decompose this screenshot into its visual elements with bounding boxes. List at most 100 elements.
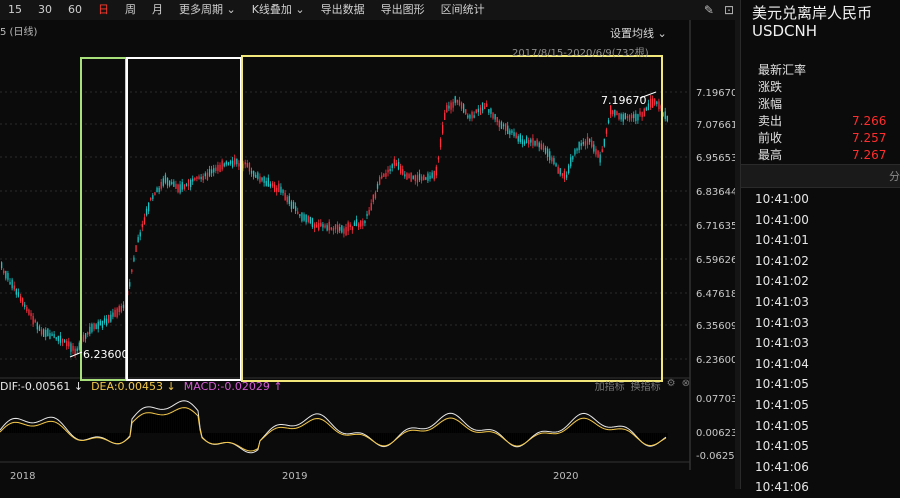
candle (293, 202, 294, 208)
candle (587, 137, 588, 145)
candle (177, 185, 178, 193)
export-graph-button[interactable]: 导出图形 (373, 0, 433, 20)
ma-settings-button[interactable]: 设置均线 ⌄ (610, 25, 667, 41)
candle (272, 183, 273, 186)
candle (474, 115, 475, 117)
macd-bar (234, 433, 236, 445)
y-tick-label: 7.19670 (696, 88, 737, 99)
add-indicator-button[interactable]: 加指标 (595, 378, 625, 393)
candle (362, 221, 363, 226)
macd-bar (30, 427, 32, 433)
candle (89, 327, 90, 334)
candle (257, 173, 258, 179)
macd-bar (604, 430, 606, 433)
candle (455, 96, 456, 103)
candle (488, 109, 489, 113)
candle (226, 161, 227, 164)
candle (264, 177, 265, 183)
macd-bar (412, 431, 414, 433)
candle (343, 228, 344, 233)
macd-bar (14, 423, 16, 433)
candle (528, 140, 529, 144)
chart-area[interactable]: 7.196707.076616.956536.836446.716356.596… (0, 20, 740, 489)
close-icon[interactable]: ⊗ (682, 378, 690, 393)
range-stats-button[interactable]: 区间统计 (433, 0, 493, 20)
pen-icon[interactable]: ✎ (704, 3, 714, 17)
macd-bar (116, 433, 118, 445)
candle (385, 173, 386, 177)
export-data-button[interactable]: 导出数据 (313, 0, 373, 20)
candle (70, 343, 71, 351)
y-tick-label: 6.71635 (696, 221, 737, 232)
candle (247, 163, 248, 167)
candle (432, 172, 433, 177)
candle (375, 193, 376, 199)
candle (314, 224, 315, 228)
period-month[interactable]: 月 (144, 0, 171, 20)
macd-bar (196, 415, 198, 433)
macd-bar (154, 414, 156, 433)
more-periods-menu[interactable]: 更多周期 ⌄ (171, 0, 244, 20)
quote-row: 卖出7.266 (758, 113, 900, 130)
macd-tick-label: 0.07703 (696, 394, 737, 405)
candle (123, 305, 124, 308)
macd-bar (54, 423, 56, 433)
macd-bar (58, 425, 60, 433)
period-15[interactable]: 15 (0, 0, 30, 20)
macd-bar (160, 416, 162, 433)
candle (366, 214, 367, 216)
candle (406, 173, 407, 179)
lock-icon[interactable]: ⊡ (724, 3, 734, 17)
macd-bar (182, 409, 184, 433)
candle (173, 181, 174, 186)
macd-bar (422, 432, 424, 433)
macd-bar (616, 430, 618, 433)
candle (222, 161, 223, 170)
macd-bar (418, 432, 420, 433)
period-week[interactable]: 周 (117, 0, 144, 20)
candle (471, 112, 472, 119)
macd-bar (22, 425, 24, 433)
kline-overlay-menu[interactable]: K线叠加 ⌄ (244, 0, 313, 20)
macd-bar (4, 429, 6, 433)
macd-bar (278, 429, 280, 433)
macd-bar (156, 415, 158, 433)
candle (400, 166, 401, 173)
macd-bar (446, 420, 448, 433)
switch-indicator-button[interactable]: 换指标 (631, 378, 661, 393)
tick-tab[interactable]: 分 (741, 164, 900, 188)
candle (350, 224, 351, 227)
macd-bar (210, 433, 212, 444)
candle (516, 133, 517, 138)
candle (238, 163, 239, 166)
candle (12, 280, 13, 289)
macd-bar (618, 430, 620, 433)
macd-bar (38, 426, 40, 433)
period-day[interactable]: 日 (90, 0, 117, 20)
macd-bar (6, 427, 8, 433)
macd-bar (2, 431, 4, 433)
macd-bar (574, 424, 576, 433)
candle (119, 306, 120, 312)
period-60[interactable]: 60 (60, 0, 90, 20)
macd-bar (148, 414, 150, 433)
candle (667, 116, 668, 121)
candle (276, 188, 277, 192)
macd-bar (514, 433, 516, 446)
candle (98, 322, 99, 329)
quote-row: 涨幅 (758, 96, 900, 113)
highlight-box-yellow (242, 56, 662, 381)
macd-bar (256, 433, 258, 451)
candle (583, 142, 584, 144)
candle (142, 224, 143, 227)
candle (135, 245, 136, 252)
period-30[interactable]: 30 (30, 0, 60, 20)
kline-chart[interactable]: 7.196707.076616.956536.836446.716356.596… (0, 20, 740, 489)
gear-icon[interactable]: ⚙ (667, 378, 676, 393)
macd-bar (460, 423, 462, 433)
candle (429, 176, 430, 179)
macd-bar (286, 429, 288, 433)
tick-time: 10:41:01 (755, 230, 809, 251)
candle (96, 324, 97, 329)
macd-bar (376, 433, 378, 444)
